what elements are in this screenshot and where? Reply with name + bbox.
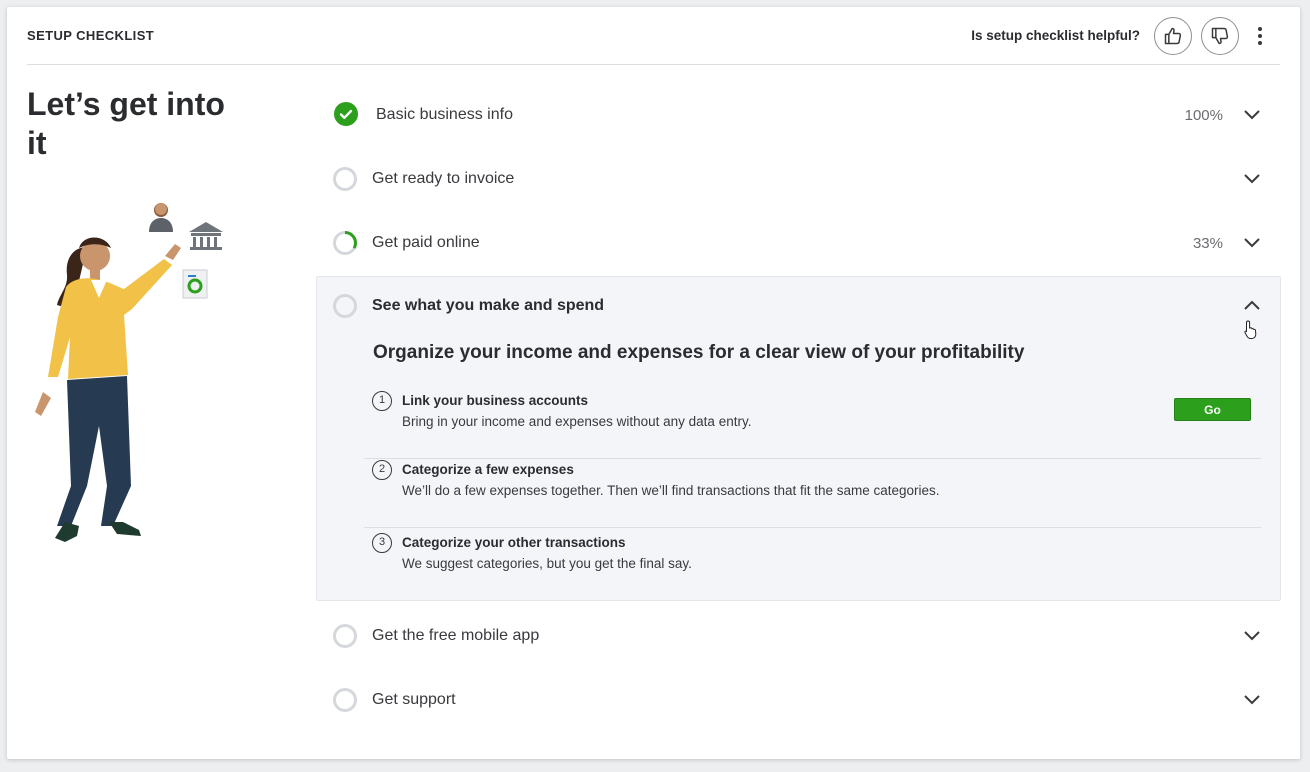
check-complete-icon [334, 102, 358, 126]
progress-ring-icon [333, 294, 357, 318]
go-button[interactable]: Go [1174, 398, 1251, 421]
thumbs-down-button[interactable] [1201, 17, 1239, 55]
more-options-button[interactable] [1252, 25, 1268, 47]
step-description: We’ll do a few expenses together. Then w… [402, 483, 940, 498]
checklist: Basic business info 100% Get ready to in… [316, 82, 1281, 731]
checklist-item-get-paid-online[interactable]: Get paid online 33% [316, 210, 1281, 274]
step-link-business-accounts: 1 Link your business accounts Bring in y… [364, 391, 1261, 459]
hand-cursor-icon [1244, 320, 1257, 339]
checklist-item-basic-business-info[interactable]: Basic business info 100% [316, 82, 1281, 146]
progress-ring-icon [333, 167, 357, 191]
step-description: We suggest categories, but you get the f… [402, 556, 692, 571]
more-vertical-icon-dot [1258, 27, 1262, 31]
chevron-down-icon[interactable] [1243, 105, 1261, 123]
helpful-question: Is setup checklist helpful? [971, 28, 1140, 43]
step-number: 3 [372, 533, 392, 553]
thumbs-up-icon [1164, 27, 1182, 45]
progress-ring-icon [333, 688, 357, 712]
checklist-item-get-ready-to-invoice[interactable]: Get ready to invoice [316, 146, 1281, 210]
checklist-item-label: Basic business info [376, 106, 513, 123]
step-title: Categorize your other transactions [402, 535, 626, 550]
thumbs-down-icon [1211, 27, 1229, 45]
woman-pointing-illustration [35, 203, 223, 542]
checklist-item-label: Get ready to invoice [372, 170, 515, 187]
step-title: Link your business accounts [402, 393, 589, 408]
checklist-item-percent: 100% [1184, 107, 1223, 124]
checklist-item-get-free-mobile-app[interactable]: Get the free mobile app [316, 603, 1281, 667]
setup-checklist-card: SETUP CHECKLIST Is setup checklist helpf… [7, 7, 1300, 759]
checklist-item-get-support[interactable]: Get support [316, 667, 1281, 731]
progress-ring-icon [333, 231, 357, 255]
chevron-down-icon[interactable] [1243, 690, 1261, 708]
header-title: SETUP CHECKLIST [27, 28, 155, 43]
expanded-section-title: Organize your income and expenses for a … [373, 342, 1025, 363]
progress-ring-icon [333, 624, 357, 648]
more-vertical-icon-dot [1258, 41, 1262, 45]
step-number: 1 [372, 391, 392, 411]
checklist-header: SETUP CHECKLIST Is setup checklist helpf… [27, 7, 1280, 65]
step-categorize-few-expenses: 2 Categorize a few expenses We’ll do a f… [364, 460, 1261, 528]
intro-heading: Let’s get into it [27, 86, 225, 161]
thumbs-up-button[interactable] [1154, 17, 1192, 55]
checklist-item-label: Get the free mobile app [372, 627, 540, 644]
checklist-item-label: Get paid online [372, 234, 480, 251]
chevron-up-icon[interactable] [1243, 297, 1261, 315]
chevron-down-icon[interactable] [1243, 233, 1261, 251]
chevron-down-icon[interactable] [1243, 169, 1261, 187]
step-title: Categorize a few expenses [402, 462, 574, 477]
expanded-item-header[interactable]: See what you make and spend [317, 277, 1280, 339]
chevron-down-icon[interactable] [1243, 626, 1261, 644]
step-number: 2 [372, 460, 392, 480]
more-vertical-icon-dot [1258, 34, 1262, 38]
checklist-item-label: Get support [372, 691, 456, 708]
step-description: Bring in your income and expenses withou… [402, 414, 752, 429]
checklist-item-percent: 33% [1192, 235, 1223, 252]
checklist-item-label: See what you make and spend [372, 297, 605, 314]
checklist-item-see-what-you-make-and-spend: See what you make and spend Organize you… [316, 276, 1281, 601]
step-categorize-other-transactions: 3 Categorize your other transactions We … [364, 533, 1261, 583]
